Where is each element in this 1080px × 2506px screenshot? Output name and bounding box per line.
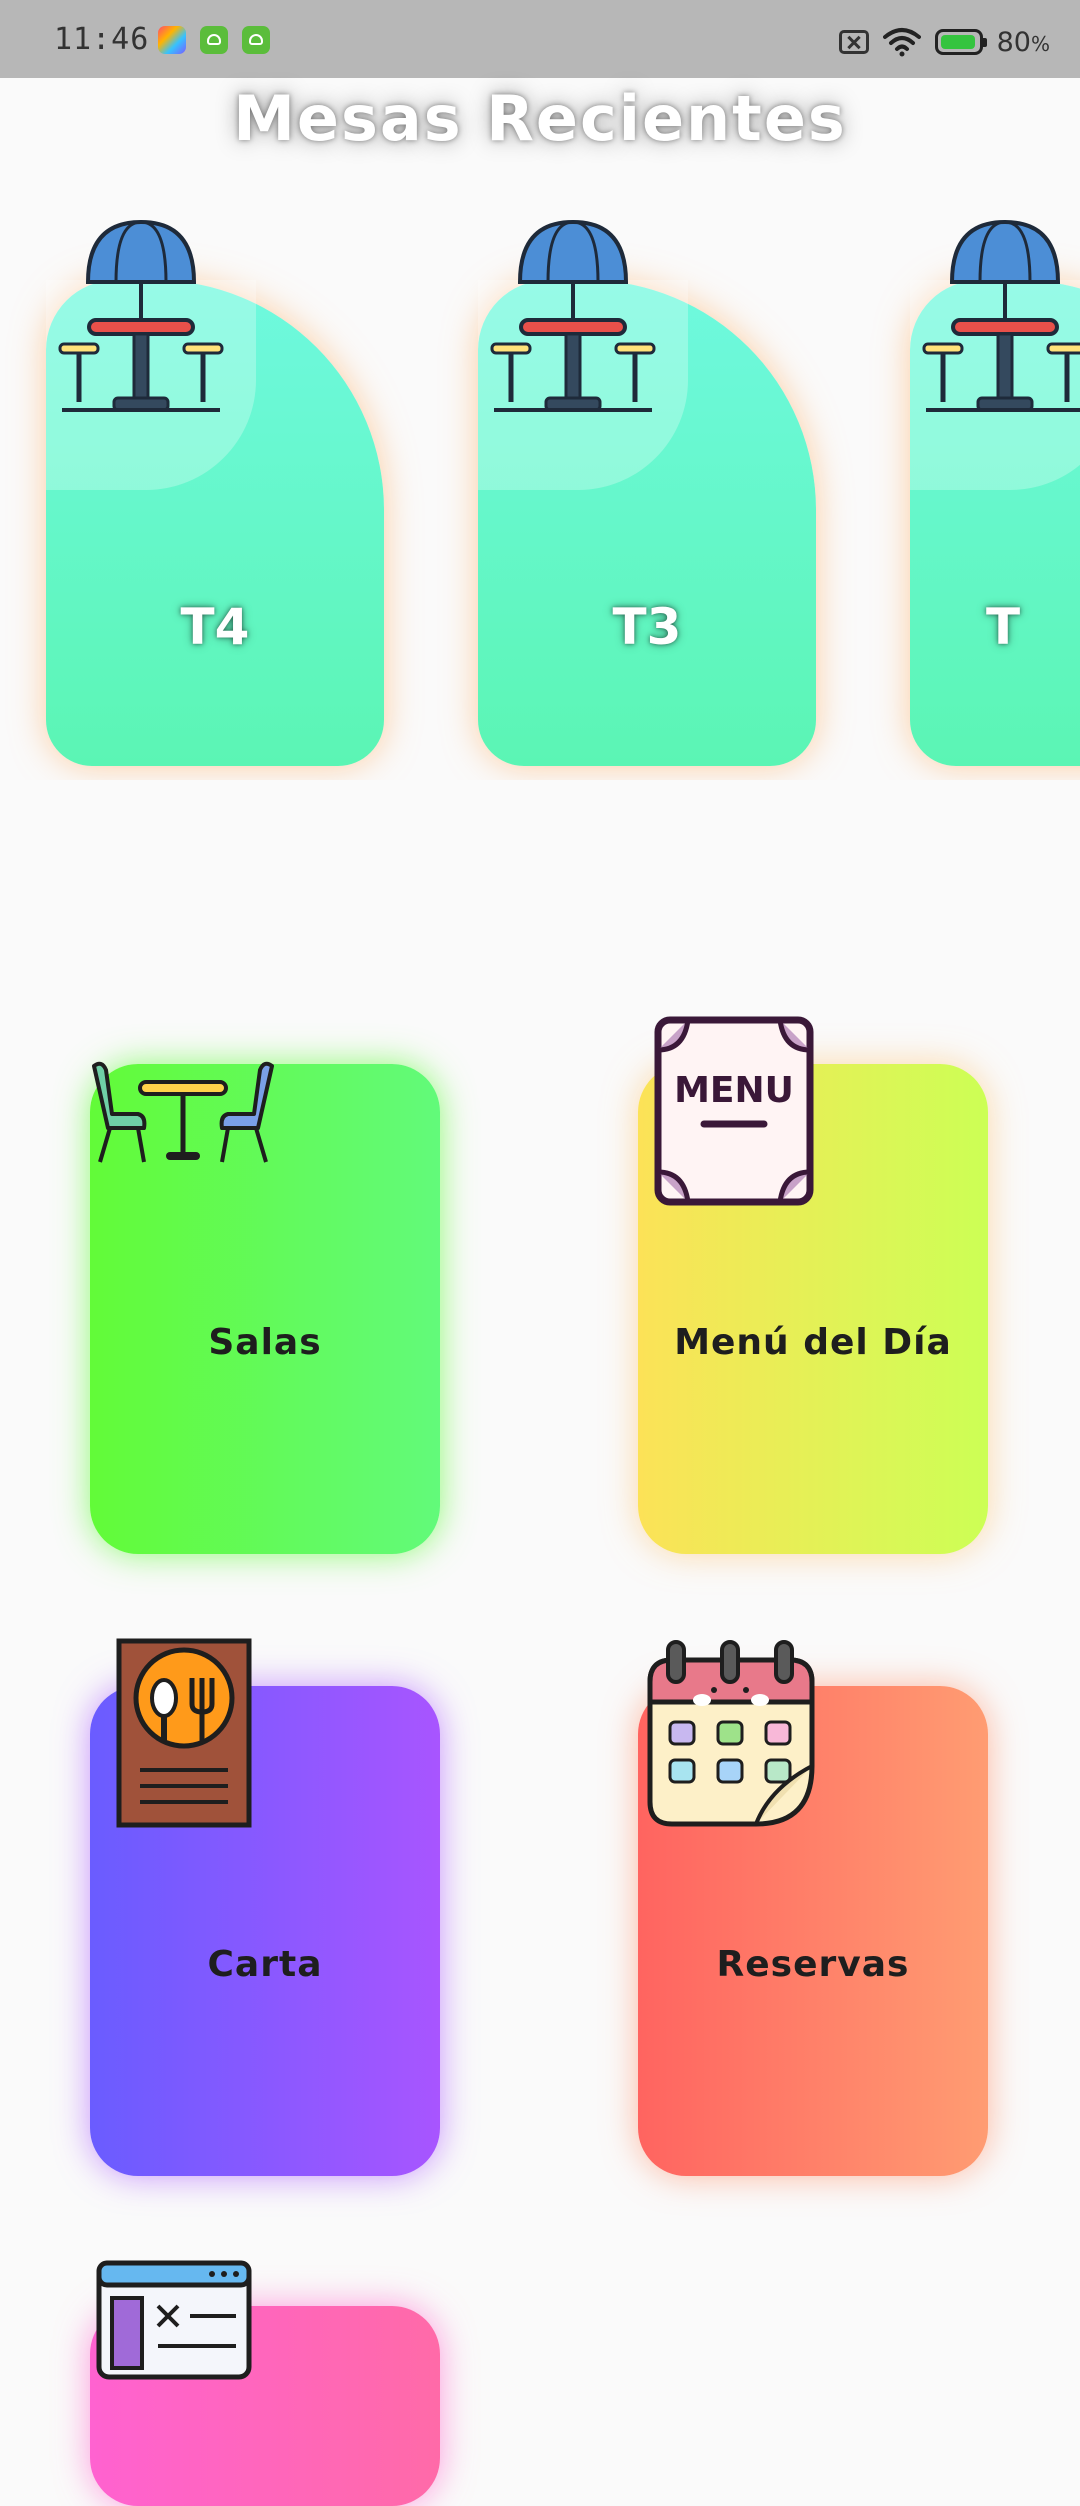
carta-label: Carta (207, 1944, 323, 1985)
table-card-partial[interactable]: T (910, 220, 1080, 766)
table-card-t4[interactable]: T4 (46, 220, 384, 766)
menu-board-icon: MENU (654, 1016, 814, 1206)
android-notification-icon (242, 26, 270, 54)
battery-percent: 80% (996, 26, 1050, 58)
wifi-icon (882, 28, 921, 57)
menu-del-dia-label: Menú del Día (674, 1322, 952, 1363)
document-icon (96, 2260, 252, 2380)
dining-table-icon (92, 1061, 274, 1163)
menu-del-dia-card[interactable]: MENU Menú del Día (638, 1016, 988, 1554)
table-label: T (986, 598, 1021, 656)
recent-tables-list[interactable]: T4 T3 T (0, 220, 1080, 780)
status-time: 11:46 (54, 22, 150, 57)
terrace-table-icon (58, 220, 224, 412)
android-notification-icon (200, 26, 228, 54)
no-sim-icon (838, 30, 869, 54)
battery-icon (934, 29, 987, 55)
terrace-table-icon (922, 220, 1080, 412)
table-label: T3 (612, 598, 682, 656)
salas-card[interactable]: Salas (90, 1061, 440, 1554)
page-title: Mesas Recientes (233, 82, 847, 155)
restaurant-menu-icon (116, 1638, 252, 1828)
status-bar: 11:46 80% (0, 0, 1080, 78)
table-label: T4 (180, 598, 250, 656)
calendar-icon (647, 1640, 815, 1827)
app-notification-icon (158, 26, 186, 54)
carta-card[interactable]: Carta (90, 1638, 440, 2176)
table-card-t3[interactable]: T3 (478, 220, 816, 766)
status-right: 80% (838, 24, 1050, 60)
reservas-card[interactable]: Reservas (638, 1640, 988, 2176)
terrace-table-icon (490, 220, 656, 412)
svg-text:MENU: MENU (674, 1070, 794, 1111)
reservas-label: Reservas (716, 1944, 910, 1985)
next-category-card[interactable] (90, 2260, 440, 2506)
salas-label: Salas (208, 1322, 322, 1363)
